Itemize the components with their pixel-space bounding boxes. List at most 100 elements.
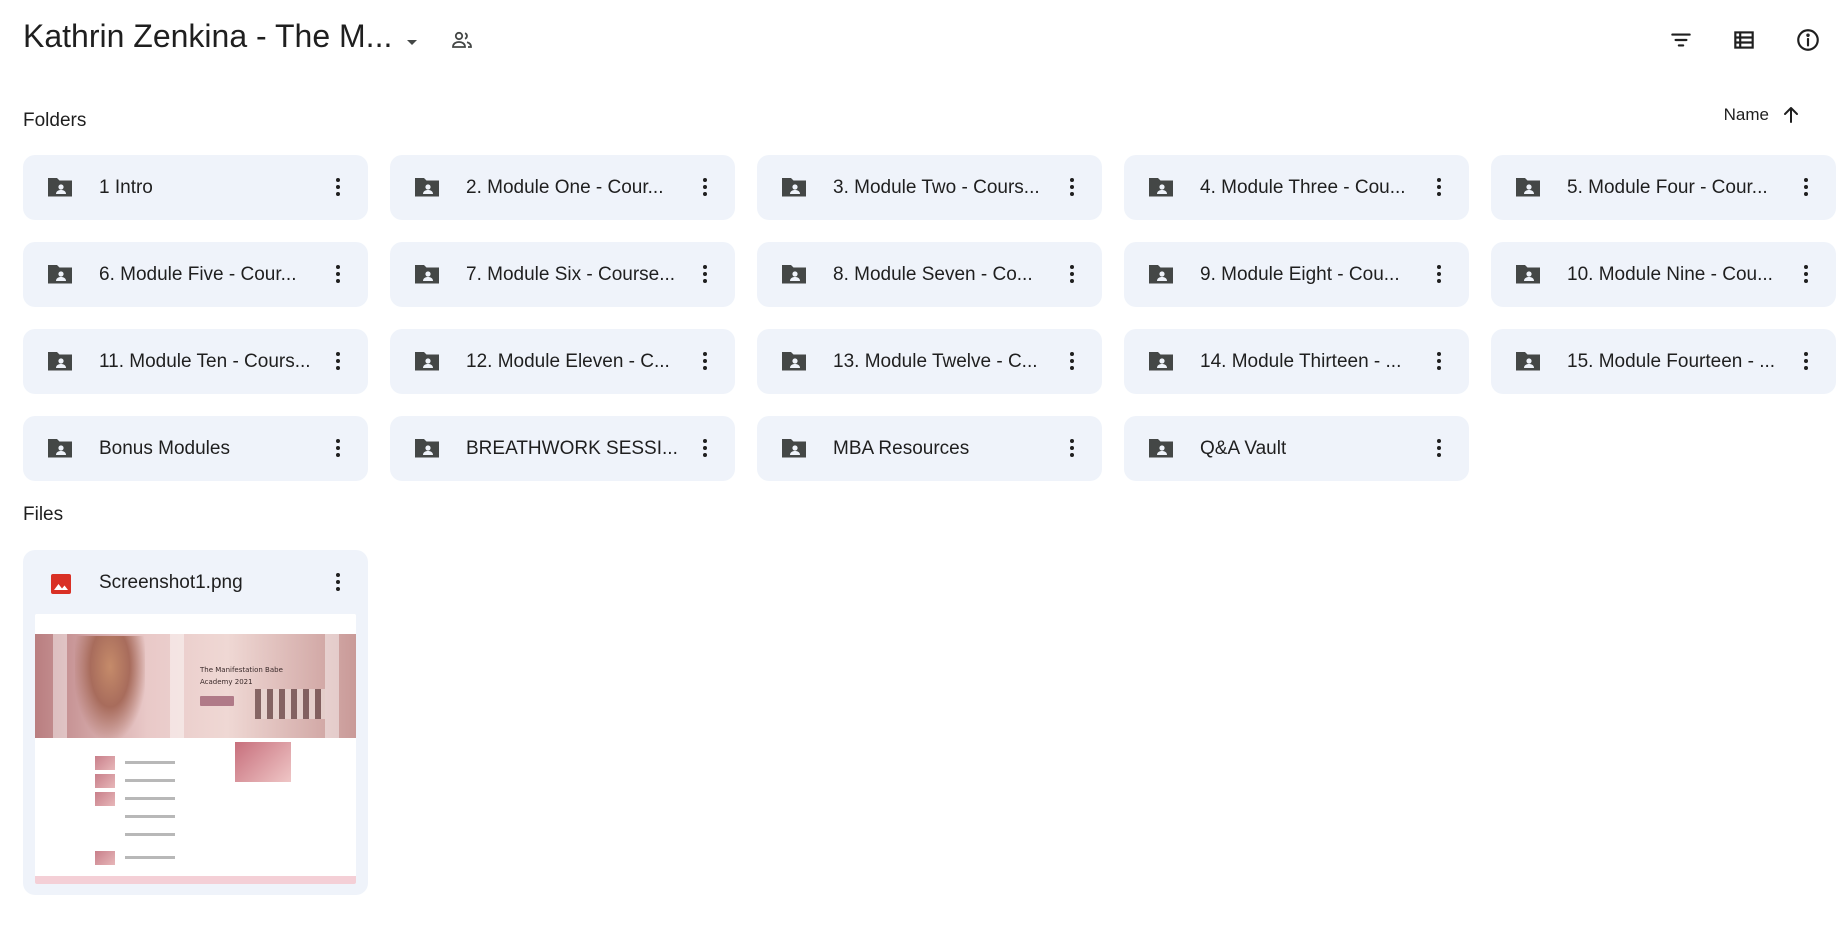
- thumbnail-list-text: [125, 797, 175, 800]
- folder-card[interactable]: 6. Module Five - Cour...: [23, 242, 368, 307]
- folder-card[interactable]: 14. Module Thirteen - ...: [1124, 329, 1469, 394]
- more-options-icon[interactable]: [1056, 171, 1088, 203]
- folder-card[interactable]: 1 Intro: [23, 155, 368, 220]
- more-options-icon[interactable]: [1790, 171, 1822, 203]
- files-heading: Files: [23, 504, 64, 525]
- folder-name: 5. Module Four - Cour...: [1567, 177, 1768, 198]
- thumbnail-list-image: [95, 774, 115, 788]
- file-name: Screenshot1.png: [99, 572, 243, 593]
- folder-name: 7. Module Six - Course...: [466, 264, 676, 285]
- folder-card[interactable]: 10. Module Nine - Cou...: [1491, 242, 1836, 307]
- thumbnail-nav: [35, 614, 356, 634]
- more-options-icon[interactable]: [1056, 258, 1088, 290]
- folders-heading: Folders: [23, 110, 87, 131]
- more-options-icon[interactable]: [322, 432, 354, 464]
- filter-icon[interactable]: [1665, 24, 1697, 56]
- folder-name: 8. Module Seven - Co...: [833, 264, 1033, 285]
- folder-card[interactable]: Bonus Modules: [23, 416, 368, 481]
- shared-folder-icon: [782, 178, 806, 197]
- more-options-icon[interactable]: [322, 171, 354, 203]
- thumbnail-pillar: [53, 634, 67, 738]
- folder-title[interactable]: Kathrin Zenkina - The M...: [23, 18, 392, 55]
- folder-name: 1 Intro: [99, 177, 153, 198]
- list-view-icon[interactable]: [1728, 24, 1760, 56]
- folder-card[interactable]: 3. Module Two - Cours...: [757, 155, 1102, 220]
- more-options-icon[interactable]: [689, 345, 721, 377]
- more-options-icon[interactable]: [1056, 432, 1088, 464]
- image-icon: [51, 574, 71, 594]
- shared-folder-icon: [415, 439, 439, 458]
- folder-name: 14. Module Thirteen - ...: [1200, 351, 1402, 372]
- sort-by-name-button[interactable]: Name: [1724, 100, 1803, 130]
- thumbnail-list-text: [125, 856, 175, 859]
- shared-folder-icon: [415, 352, 439, 371]
- thumbnail-list-image: [95, 792, 115, 806]
- more-options-icon[interactable]: [1423, 258, 1455, 290]
- folder-card[interactable]: 2. Module One - Cour...: [390, 155, 735, 220]
- shared-folder-icon: [1149, 265, 1173, 284]
- thumbnail-side-image: [235, 742, 291, 782]
- shared-folder-icon: [415, 265, 439, 284]
- shared-folder-icon: [1149, 178, 1173, 197]
- more-options-icon[interactable]: [689, 171, 721, 203]
- shared-folder-icon: [1516, 352, 1540, 371]
- folder-card[interactable]: 15. Module Fourteen - ...: [1491, 329, 1836, 394]
- more-options-icon[interactable]: [1423, 432, 1455, 464]
- folder-name: 3. Module Two - Cours...: [833, 177, 1040, 198]
- folder-name: Q&A Vault: [1200, 438, 1287, 459]
- folder-card[interactable]: 7. Module Six - Course...: [390, 242, 735, 307]
- more-options-icon[interactable]: [322, 258, 354, 290]
- more-options-icon[interactable]: [1423, 171, 1455, 203]
- shared-folder-icon: [48, 352, 72, 371]
- folder-name: MBA Resources: [833, 438, 970, 459]
- folder-card[interactable]: 12. Module Eleven - C...: [390, 329, 735, 394]
- folder-name: Bonus Modules: [99, 438, 230, 459]
- folder-card[interactable]: 9. Module Eight - Cou...: [1124, 242, 1469, 307]
- folder-card[interactable]: Q&A Vault: [1124, 416, 1469, 481]
- thumbnail-list-image: [95, 851, 115, 865]
- folder-card[interactable]: 8. Module Seven - Co...: [757, 242, 1102, 307]
- thumbnail-list-image: [95, 756, 115, 770]
- arrow-up-icon: [1784, 107, 1798, 123]
- more-options-icon[interactable]: [322, 345, 354, 377]
- folder-card[interactable]: 5. Module Four - Cour...: [1491, 155, 1836, 220]
- shared-folder-icon: [1516, 178, 1540, 197]
- more-options-icon[interactable]: [1790, 258, 1822, 290]
- more-options-icon[interactable]: [1056, 345, 1088, 377]
- more-options-icon[interactable]: [322, 566, 354, 598]
- folder-name: 13. Module Twelve - C...: [833, 351, 1038, 372]
- info-icon[interactable]: [1792, 24, 1824, 56]
- more-options-icon[interactable]: [1423, 345, 1455, 377]
- folder-name: 9. Module Eight - Cou...: [1200, 264, 1400, 285]
- more-options-icon[interactable]: [689, 432, 721, 464]
- folder-card[interactable]: 4. Module Three - Cou...: [1124, 155, 1469, 220]
- thumbnail-list-text: [125, 779, 175, 782]
- folder-name: 15. Module Fourteen - ...: [1567, 351, 1776, 372]
- folder-card[interactable]: BREATHWORK SESSI...: [390, 416, 735, 481]
- more-options-icon[interactable]: [689, 258, 721, 290]
- shared-folder-icon: [1516, 265, 1540, 284]
- thumbnail-hero-text: The Manifestation Babe Academy 2021: [200, 666, 283, 686]
- file-card[interactable]: Screenshot1.png The Manifestation Babe A…: [23, 550, 368, 895]
- more-options-icon[interactable]: [1790, 345, 1822, 377]
- folder-card[interactable]: 13. Module Twelve - C...: [757, 329, 1102, 394]
- shared-folder-icon: [782, 439, 806, 458]
- shared-folder-icon: [782, 352, 806, 371]
- folder-name: BREATHWORK SESSI...: [466, 438, 678, 459]
- thumbnail-awning: [255, 689, 325, 719]
- file-thumbnail[interactable]: The Manifestation Babe Academy 2021: [35, 614, 356, 884]
- arrow-drop-down-icon[interactable]: [400, 30, 424, 54]
- sort-label: Name: [1723, 105, 1769, 124]
- people-icon[interactable]: [450, 28, 474, 52]
- thumbnail-pillar: [170, 634, 184, 738]
- shared-folder-icon: [48, 178, 72, 197]
- thumbnail-footer: [35, 876, 356, 884]
- thumbnail-list-text: [125, 833, 175, 836]
- folder-card[interactable]: MBA Resources: [757, 416, 1102, 481]
- thumbnail-list-text: [125, 815, 175, 818]
- shared-folder-icon: [48, 265, 72, 284]
- shared-folder-icon: [1149, 352, 1173, 371]
- folder-card[interactable]: 11. Module Ten - Cours...: [23, 329, 368, 394]
- shared-folder-icon: [782, 265, 806, 284]
- folder-name: 12. Module Eleven - C...: [466, 351, 670, 372]
